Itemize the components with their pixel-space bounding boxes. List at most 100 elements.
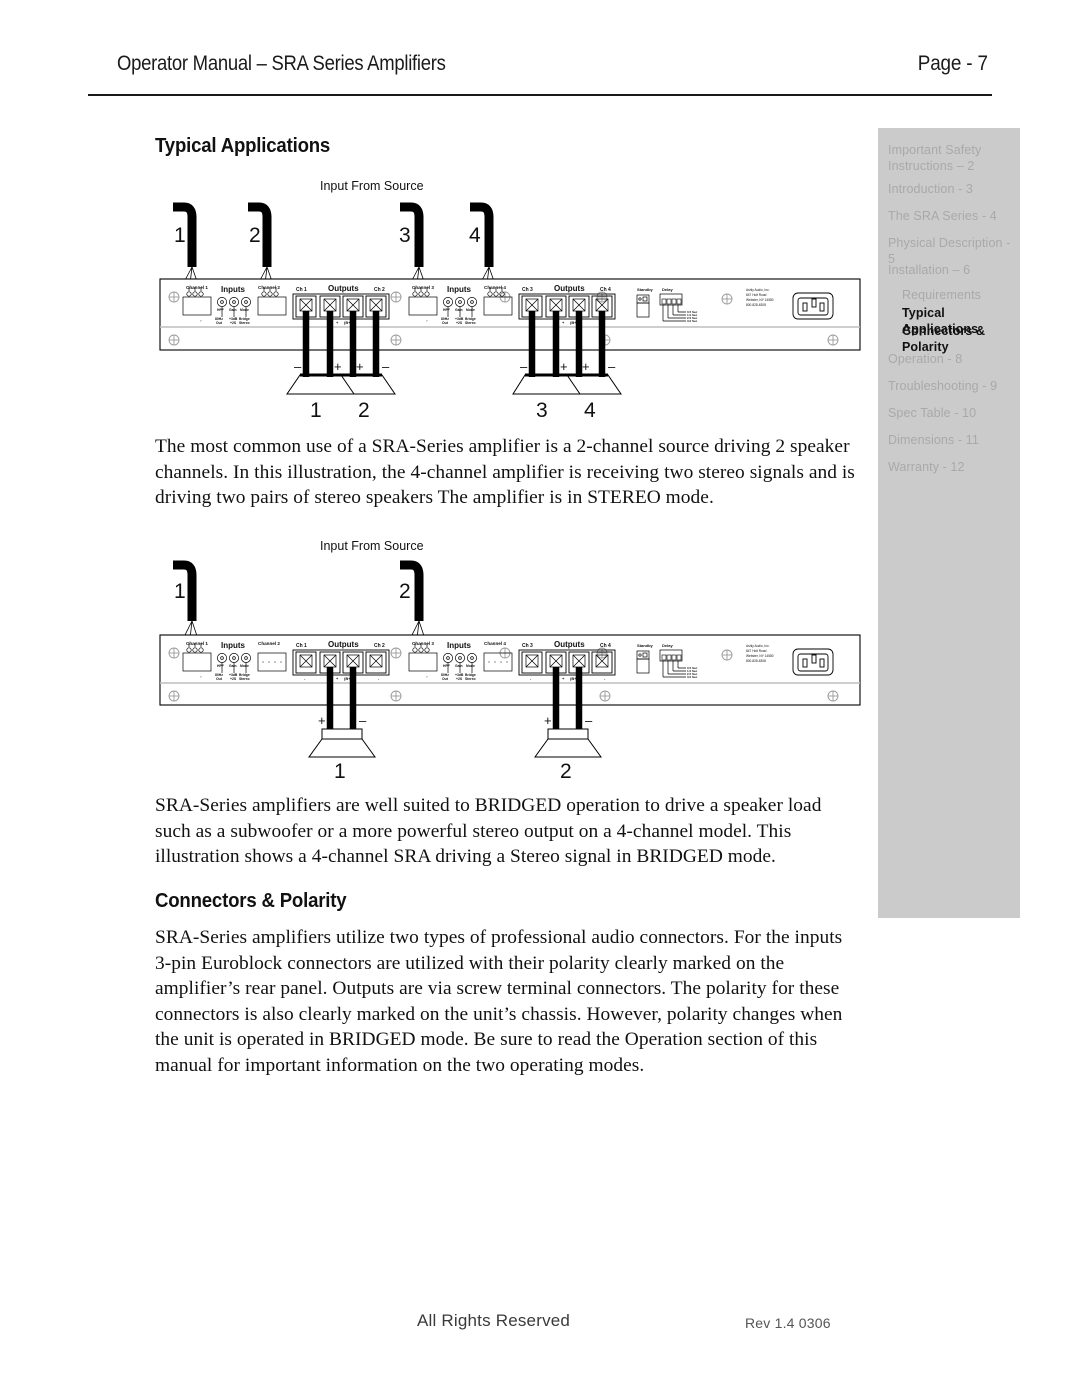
output-channel-label: Ch 4 [600,643,611,649]
polarity-mark: – [382,359,390,374]
footer-revision-text: Rev 1.4 0306 [745,1315,831,1331]
sidebar-item-connectors-polarity[interactable]: Connectors & Polarity [902,324,1020,355]
svg-text:Stereo: Stereo [239,677,250,681]
svg-text:□: □ [506,660,508,664]
speaker-shape [308,738,376,758]
brand-address-line: 847 Holt Road [746,293,767,297]
polarity-mark: + [560,359,568,374]
polarity-mark: + [334,359,342,374]
svg-text:□: □ [262,660,264,664]
svg-text:Webster, NY 14580: Webster, NY 14580 [746,654,774,658]
svg-text:Mode: Mode [466,308,475,312]
output-channel-label: Ch 4 [600,287,611,293]
svg-text:Ashly Audio, Inc.: Ashly Audio, Inc. [746,644,770,648]
amplifier-rear-panel: Channel 1 Inputs HPF Gain Mode 80Hz +3dB… [159,634,861,706]
svg-text:Gain: Gain [455,664,463,668]
svg-text:□: □ [268,660,270,664]
standby-label: Standby [637,287,654,292]
svg-text:□: □ [494,660,496,664]
polarity-mark: + [356,359,364,374]
input-block-label: Channel 4 [484,641,506,646]
svg-text:Stereo: Stereo [465,677,476,681]
output-channel-label: Ch 1 [296,287,307,293]
footer-rights-text: All Rights Reserved [417,1311,571,1330]
output-channel-label: Ch 3 [522,643,533,649]
page-header-title: Operator Manual – SRA Series Amplifiers [117,52,446,75]
page-number-label: Page - 7 [917,52,988,75]
sidebar-toc: Important Safety Instructions – 2 Introdu… [878,128,1020,918]
svg-text:Out: Out [216,321,223,325]
svg-text:Gain: Gain [229,308,237,312]
svg-text:+2S: +2S [230,321,237,325]
speaker-label: 1 [310,399,322,422]
svg-text:Out: Out [442,677,449,681]
sidebar-item-important-safety-instructions-2[interactable]: Important Safety Instructions – 2 [888,143,981,174]
diagram-caption: Input From Source [320,539,424,553]
brand-address-line: Webster, NY 14580 [746,298,774,302]
svg-text:3.0 Sec: 3.0 Sec [687,319,698,323]
sidebar-item-operation-8[interactable]: Operation - 8 [888,352,962,368]
svg-text:Inputs: Inputs [447,641,472,650]
polarity-mark: + [582,359,590,374]
input-cable-label: 4 [469,224,481,247]
svg-text:Gain: Gain [229,664,237,668]
svg-text:⌐: ⌐ [200,319,202,323]
input-cable-label: 1 [174,224,186,247]
svg-text:+2S: +2S [230,677,237,681]
brand-address-line: Ashly Audio, Inc. [746,288,770,292]
speaker-label: 1 [334,760,346,780]
input-block-label: Channel 4 [484,285,506,290]
polarity-mark: – [608,359,616,374]
paragraph-bridged-mode: SRA-Series amplifiers are well suited to… [155,795,822,867]
sidebar-item-spec-table-10[interactable]: Spec Table - 10 [888,406,976,422]
input-cable-label: 2 [249,224,261,247]
polarity-mark: – [294,359,302,374]
sidebar-item-introduction-3[interactable]: Introduction - 3 [888,182,973,198]
svg-text:Outputs: Outputs [554,284,585,293]
input-block-label: Channel 1 [186,641,208,646]
input-cable-label: 2 [399,580,411,603]
heading-connectors-polarity: Connectors & Polarity [155,890,347,912]
speaker-shape [534,738,602,758]
svg-text:Out: Out [216,677,223,681]
svg-text:Gain: Gain [455,308,463,312]
speaker-shape [512,374,622,395]
sidebar-item-installation-6[interactable]: Installation – 6 [888,263,970,279]
speaker-label: 2 [358,399,370,422]
svg-text:3.0 Sec: 3.0 Sec [687,675,698,679]
input-block-label: Channel 3 [412,641,434,646]
outputs-label: Outputs [328,640,359,649]
sidebar-item-troubleshooting-9[interactable]: Troubleshooting - 9 [888,379,997,395]
input-block-label: Channel 2 [258,285,280,290]
svg-text:+2S: +2S [456,677,463,681]
svg-text:HPF: HPF [217,664,224,668]
sidebar-item-the-sra-series-4[interactable]: The SRA Series - 4 [888,209,997,225]
input-block-label: Channel 3 [412,285,434,290]
sidebar-item-dimensions-11[interactable]: Dimensions - 11 [888,433,979,449]
speaker-shape [286,374,396,395]
speaker-label: 3 [536,399,548,422]
diagram-caption: Input From Source [320,179,424,193]
delay-label: Delay [662,643,673,648]
svg-text:⌐: ⌐ [426,319,428,323]
delay-label: Delay [662,287,673,292]
document-page: Operator Manual – SRA Series Amplifiers … [0,0,1080,1397]
inputs-label: Inputs [221,285,246,294]
svg-text:⌐: ⌐ [200,675,202,679]
sidebar-item-requirements[interactable]: Requirements [902,288,981,304]
svg-text:HPF: HPF [443,308,450,312]
svg-text:Out: Out [442,321,449,325]
sidebar-item-warranty-12[interactable]: Warranty - 12 [888,460,965,476]
standby-label: Standby [637,643,654,648]
polarity-mark: – [520,359,528,374]
svg-text:+2S: +2S [456,321,463,325]
svg-text:Stereo: Stereo [465,321,476,325]
outputs-label: Outputs [328,284,359,293]
input-block-label: Channel 2 [258,641,280,646]
polarity-mark: + [318,713,326,728]
svg-text:Inputs: Inputs [447,285,472,294]
svg-text:□: □ [500,660,502,664]
output-channel-label: Ch 2 [374,287,385,293]
output-channel-label: Ch 2 [374,643,385,649]
svg-text:HPF: HPF [443,664,450,668]
